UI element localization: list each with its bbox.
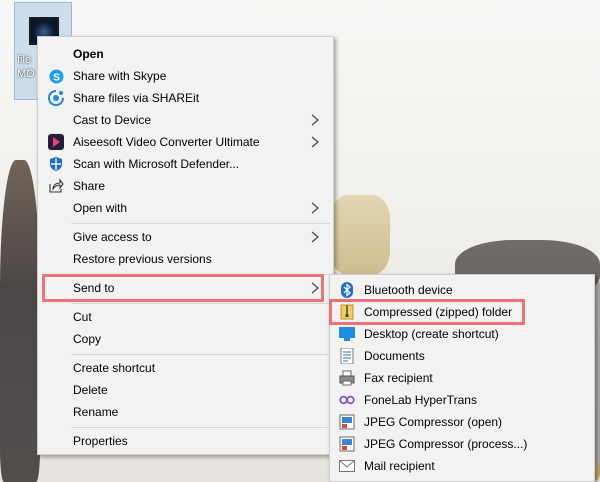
menu-item-cast-to-device[interactable]: Cast to Device	[40, 109, 331, 131]
chevron-right-icon	[311, 231, 319, 243]
menu-item-label: Give access to	[73, 230, 152, 244]
menu-item-label: Create shortcut	[73, 361, 156, 375]
documents-icon	[339, 348, 355, 364]
menu-item-label: Open with	[73, 201, 128, 215]
menu-item-aiseesoft[interactable]: Aiseesoft Video Converter Ultimate	[40, 131, 331, 153]
menu-item-label: Documents	[364, 349, 425, 363]
menu-item-cut[interactable]: Cut	[40, 306, 331, 328]
send-to-fax[interactable]: Fax recipient	[332, 367, 592, 389]
send-to-highlight-box	[42, 274, 324, 302]
send-to-bluetooth[interactable]: Bluetooth device	[332, 279, 592, 301]
send-to-mail-recipient[interactable]: Mail recipient	[332, 455, 592, 477]
menu-separator	[71, 303, 330, 304]
menu-item-open-with[interactable]: Open with	[40, 197, 331, 219]
jpeg-compressor-icon	[339, 414, 355, 430]
menu-separator	[71, 427, 330, 428]
shareit-icon	[48, 90, 64, 106]
bluetooth-icon	[339, 282, 355, 298]
context-menu: Open S Share with Skype Share files via …	[37, 36, 334, 455]
defender-icon	[48, 156, 64, 172]
menu-item-delete[interactable]: Delete	[40, 379, 331, 401]
menu-item-open[interactable]: Open	[40, 43, 331, 65]
hypertrans-icon	[339, 392, 355, 408]
jpeg-compressor-icon	[339, 436, 355, 452]
menu-item-label: Aiseesoft Video Converter Ultimate	[73, 135, 260, 149]
menu-item-label: Scan with Microsoft Defender...	[73, 157, 240, 171]
aiseesoft-icon	[48, 134, 64, 150]
wallpaper-figure-center	[330, 195, 390, 275]
menu-item-share[interactable]: Share	[40, 175, 331, 197]
menu-item-label: Rename	[73, 405, 119, 419]
svg-text:S: S	[53, 72, 60, 83]
menu-item-label: Open	[73, 47, 104, 61]
menu-item-restore-previous-versions[interactable]: Restore previous versions	[40, 248, 331, 270]
send-to-jpeg-compressor-open[interactable]: JPEG Compressor (open)	[332, 411, 592, 433]
share-icon	[48, 178, 64, 194]
menu-item-create-shortcut[interactable]: Create shortcut	[40, 357, 331, 379]
send-to-desktop[interactable]: Desktop (create shortcut)	[332, 323, 592, 345]
menu-item-label: Fax recipient	[364, 371, 433, 385]
menu-item-label: Cut	[73, 310, 92, 324]
menu-item-label: Desktop (create shortcut)	[364, 327, 499, 341]
menu-item-label: Share files via SHAREit	[73, 91, 200, 105]
wallpaper-figure-left	[0, 160, 40, 482]
menu-item-share-with-skype[interactable]: S Share with Skype	[40, 65, 331, 87]
menu-separator	[71, 223, 330, 224]
menu-item-give-access-to[interactable]: Give access to	[40, 226, 331, 248]
send-to-documents[interactable]: Documents	[332, 345, 592, 367]
menu-item-label: Properties	[73, 434, 128, 448]
menu-item-label: JPEG Compressor (open)	[364, 415, 503, 429]
menu-item-label: Cast to Device	[73, 113, 152, 127]
send-to-fonelab-hypertrans[interactable]: FoneLab HyperTrans	[332, 389, 592, 411]
menu-item-label: FoneLab HyperTrans	[364, 393, 477, 407]
menu-item-label: JPEG Compressor (process...)	[364, 437, 528, 451]
menu-item-label: Bluetooth device	[364, 283, 453, 297]
compressed-folder-highlight-box	[329, 299, 525, 325]
mail-icon	[339, 458, 355, 474]
desktop-icon	[339, 326, 355, 342]
menu-item-label: Share with Skype	[73, 69, 167, 83]
menu-item-properties[interactable]: Properties	[40, 430, 331, 452]
menu-separator	[71, 354, 330, 355]
menu-item-label: Delete	[73, 383, 108, 397]
skype-icon: S	[48, 68, 64, 84]
menu-item-label: Share	[73, 179, 106, 193]
menu-item-copy[interactable]: Copy	[40, 328, 331, 350]
chevron-right-icon	[311, 114, 319, 126]
menu-item-share-via-shareit[interactable]: Share files via SHAREit	[40, 87, 331, 109]
menu-item-scan-defender[interactable]: Scan with Microsoft Defender...	[40, 153, 331, 175]
fax-icon	[339, 370, 355, 386]
menu-item-label: Mail recipient	[364, 459, 435, 473]
menu-item-label: Restore previous versions	[73, 252, 212, 266]
chevron-right-icon	[311, 202, 319, 214]
menu-item-rename[interactable]: Rename	[40, 401, 331, 423]
chevron-right-icon	[311, 136, 319, 148]
menu-item-label: Copy	[73, 332, 102, 346]
send-to-jpeg-compressor-process[interactable]: JPEG Compressor (process...)	[332, 433, 592, 455]
